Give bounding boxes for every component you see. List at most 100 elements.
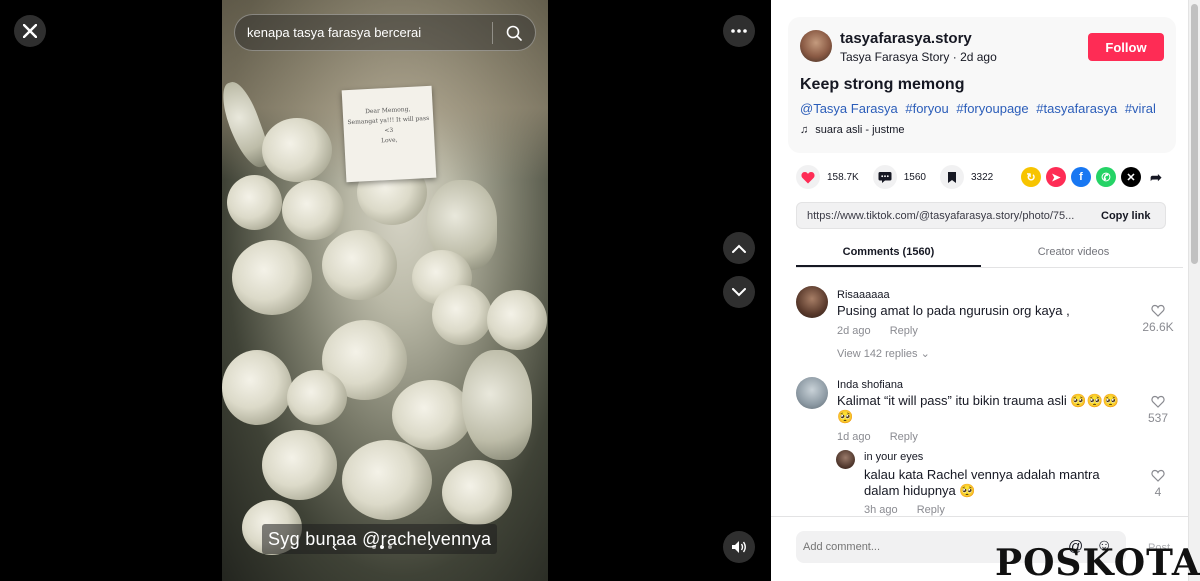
author-avatar[interactable] (800, 30, 832, 62)
reply-button[interactable]: Reply (917, 504, 945, 516)
comment-text: Kalimat “it will pass” itu bikin trauma … (837, 393, 1127, 425)
comment-bubble-icon (872, 165, 897, 189)
separator-dot: · (952, 50, 961, 64)
comment-meta: 2d ago Reply (837, 325, 934, 337)
music-title[interactable]: suara asli - justme (815, 124, 904, 136)
tab-comments[interactable]: Comments (1560) (796, 240, 981, 267)
close-icon (23, 24, 37, 38)
bouquet-flower (342, 440, 432, 520)
post-title: Keep strong memong (800, 76, 965, 93)
previous-post-button[interactable] (723, 232, 755, 264)
music-info[interactable]: ♫ suara asli - justme (800, 124, 905, 136)
mention-link[interactable]: @Tasya Farasya (800, 101, 898, 116)
reply-meta: 3h ago Reply (864, 504, 961, 516)
media-viewer: Dear Memong, Semangat ya!!! It will pass… (0, 0, 771, 581)
carousel-next-icon[interactable]: › (428, 538, 433, 556)
bouquet-flower (392, 380, 472, 450)
search-input[interactable] (235, 25, 493, 40)
comment-time: 2d ago (837, 325, 871, 337)
crying-emoji-icon: 🥺 (837, 409, 854, 424)
crying-emoji-icon: 🥺🥺🥺 (1070, 393, 1119, 408)
comment-list: Risaaaaaa Pusing amat lo pada ngurusin o… (771, 280, 1188, 516)
comment-button[interactable]: 1560 (872, 165, 926, 189)
link-box: https://www.tiktok.com/@tasyafarasya.sto… (796, 202, 1166, 229)
reply-text: kalau kata Rachel vennya adalah mantra d… (864, 467, 1114, 499)
bouquet-flower (262, 118, 332, 182)
author-display-name[interactable]: Tasya Farasya Story (840, 50, 949, 64)
scrollbar-thumb[interactable] (1191, 4, 1198, 264)
post-description-card: tasyafarasya.story Tasya Farasya Story ·… (788, 17, 1176, 153)
bouquet-flower (227, 175, 282, 230)
carousel-prev-icon[interactable]: ‹ (332, 538, 337, 556)
post-tags: @Tasya Farasya #foryou #foryoupage #tasy… (800, 101, 1160, 116)
hashtag-link[interactable]: #foryou (905, 101, 948, 116)
whatsapp-icon[interactable]: ✆ (1096, 167, 1116, 187)
hashtag-link[interactable]: #tasyafarasya (1036, 101, 1117, 116)
bouquet-flower (487, 290, 547, 350)
crying-emoji-icon: 🥺 (959, 483, 976, 498)
view-replies-button[interactable]: View 142 replies ⌄ (837, 347, 930, 360)
poskota-watermark: POSKOTA (995, 542, 1200, 581)
comment-text: Pusing amat lo pada ngurusin org kaya , (837, 303, 1070, 318)
photo-caption: Syg bunaa @rachelvennya (262, 524, 498, 554)
commenter-name[interactable]: Inda shofiana (837, 379, 903, 391)
commenter-name[interactable]: Risaaaaaa (837, 289, 890, 301)
reply-button[interactable]: Reply (890, 431, 918, 443)
scrollbar[interactable] (1188, 0, 1200, 581)
post-info-panel: tasyafarasya.story Tasya Farasya Story ·… (771, 0, 1200, 581)
carousel-dot-active[interactable] (380, 545, 384, 549)
bouquet-flower (322, 230, 397, 300)
bouquet-flower (282, 180, 344, 240)
like-count: 158.7K (827, 171, 859, 183)
carousel-dot[interactable] (372, 545, 376, 549)
hashtag-link[interactable]: #foryoupage (956, 101, 1028, 116)
bouquet-flower (222, 350, 292, 425)
replier-name[interactable]: in your eyes (864, 451, 923, 463)
heart-icon (796, 165, 820, 189)
carousel-dot[interactable] (388, 545, 392, 549)
comment-like-button[interactable]: 537 (1138, 395, 1178, 425)
search-button[interactable] (493, 14, 535, 51)
music-note-icon: ♫ (800, 124, 809, 136)
copy-link-button[interactable]: Copy link (1089, 210, 1151, 222)
commenter-avatar[interactable] (796, 377, 828, 409)
send-icon[interactable]: ➤ (1046, 167, 1066, 187)
reply-like-button[interactable]: 4 (1138, 469, 1178, 499)
like-button[interactable]: 158.7K (796, 165, 859, 189)
author-username[interactable]: tasyafarasya.story (840, 30, 972, 47)
comment-like-button[interactable]: 26.6K (1138, 304, 1178, 334)
speaker-icon (732, 541, 746, 553)
bouquet-flower (262, 430, 337, 500)
more-options-button[interactable] (723, 15, 755, 47)
bookmark-icon (939, 165, 964, 189)
post-photo[interactable]: Dear Memong, Semangat ya!!! It will pass… (222, 0, 548, 581)
save-button[interactable]: 3322 (939, 165, 994, 189)
next-post-button[interactable] (723, 276, 755, 308)
close-button[interactable] (14, 15, 46, 47)
save-count: 3322 (970, 171, 994, 183)
comment-meta: 1d ago Reply (837, 431, 934, 443)
replier-avatar[interactable] (836, 450, 855, 469)
hashtag-link[interactable]: #viral (1125, 101, 1156, 116)
comment-like-count: 537 (1147, 411, 1169, 425)
bouquet-flower (432, 285, 492, 345)
repost-icon[interactable]: ↻ (1021, 167, 1041, 187)
bouquet-flower (232, 240, 312, 315)
author-subline: Tasya Farasya Story · 2d ago (840, 50, 997, 64)
panel-tabs: Comments (1560) Creator videos (796, 240, 1183, 268)
post-url[interactable]: https://www.tiktok.com/@tasyafarasya.sto… (797, 210, 1089, 222)
carousel-dots (372, 545, 392, 549)
post-time: 2d ago (960, 50, 997, 64)
volume-button[interactable] (723, 531, 755, 563)
commenter-avatar[interactable] (796, 286, 828, 318)
follow-button[interactable]: Follow (1088, 33, 1164, 61)
comment-text-body: Kalimat “it will pass” itu bikin trauma … (837, 393, 1067, 408)
bouquet-leaf (462, 350, 532, 460)
chevron-down-icon: ⌄ (920, 348, 930, 360)
share-arrow-icon[interactable]: ➦ (1146, 167, 1166, 187)
tab-creator-videos[interactable]: Creator videos (981, 240, 1166, 267)
app-root: Dear Memong, Semangat ya!!! It will pass… (0, 0, 1200, 581)
facebook-icon[interactable]: f (1071, 167, 1091, 187)
reply-button[interactable]: Reply (890, 325, 918, 337)
x-icon[interactable]: ✕ (1121, 167, 1141, 187)
